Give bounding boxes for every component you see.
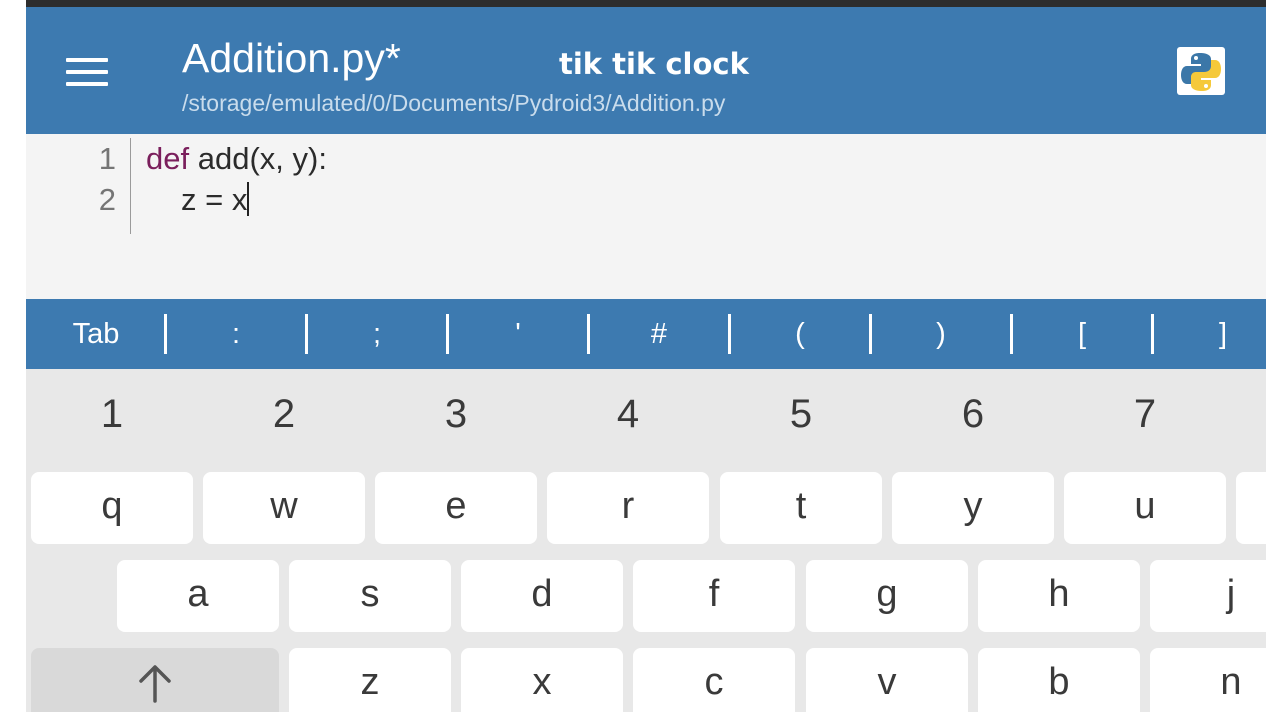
key-1[interactable]: 1 — [72, 369, 152, 459]
key-s[interactable]: s — [289, 560, 451, 632]
code-line[interactable]: z = x — [181, 182, 250, 218]
key-f[interactable]: f — [633, 560, 795, 632]
watermark-text: tik tik clock — [559, 47, 749, 81]
key-n[interactable]: n — [1150, 648, 1266, 712]
key-b[interactable]: b — [978, 648, 1140, 712]
symbol-key-rparen[interactable]: ) — [872, 299, 1010, 369]
key-c[interactable]: c — [633, 648, 795, 712]
key-w[interactable]: w — [203, 472, 365, 544]
symbol-key-lbracket[interactable]: [ — [1013, 299, 1151, 369]
symbol-key-rbracket[interactable]: ] — [1154, 299, 1266, 369]
key-v[interactable]: v — [806, 648, 968, 712]
soft-keyboard: 1 2 3 4 5 6 7 q w e r t y u a s d f g h … — [26, 369, 1266, 712]
key-e[interactable]: e — [375, 472, 537, 544]
key-y[interactable]: y — [892, 472, 1054, 544]
screenshot-frame: Addition.py* /storage/emulated/0/Documen… — [0, 0, 1280, 720]
device-top-edge — [26, 0, 1266, 7]
key-x[interactable]: x — [461, 648, 623, 712]
key-d[interactable]: d — [461, 560, 623, 632]
symbol-key-quote[interactable]: ' — [449, 299, 587, 369]
key-5[interactable]: 5 — [761, 369, 841, 459]
key-partial[interactable] — [1236, 472, 1266, 544]
line-number: 1 — [98, 141, 116, 176]
symbol-key-hash[interactable]: # — [590, 299, 728, 369]
key-z[interactable]: z — [289, 648, 451, 712]
key-3[interactable]: 3 — [416, 369, 496, 459]
key-7[interactable]: 7 — [1105, 369, 1185, 459]
key-a[interactable]: a — [117, 560, 279, 632]
python-logo-icon[interactable] — [1177, 47, 1225, 95]
key-2[interactable]: 2 — [244, 369, 324, 459]
code-keyword: def — [146, 141, 190, 176]
shift-key[interactable] — [31, 648, 279, 712]
symbol-key-tab[interactable]: Tab — [26, 299, 166, 369]
key-q[interactable]: q — [31, 472, 193, 544]
app-bar: Addition.py* /storage/emulated/0/Documen… — [26, 7, 1266, 134]
shift-arrow-icon — [139, 665, 171, 703]
code-text: z = x — [181, 182, 248, 217]
code-editor[interactable]: 1 def add(x, y): 2 z = x — [26, 134, 1266, 299]
pydroid-screen: Addition.py* /storage/emulated/0/Documen… — [26, 7, 1266, 712]
symbol-key-colon[interactable]: : — [167, 299, 305, 369]
key-h[interactable]: h — [978, 560, 1140, 632]
symbol-key-lparen[interactable]: ( — [731, 299, 869, 369]
key-4[interactable]: 4 — [588, 369, 668, 459]
code-line[interactable]: def add(x, y): — [146, 141, 327, 177]
symbol-key-semicolon[interactable]: ; — [308, 299, 446, 369]
code-text: add(x, y): — [189, 141, 327, 176]
file-path: /storage/emulated/0/Documents/Pydroid3/A… — [182, 90, 726, 116]
key-j[interactable]: j — [1150, 560, 1266, 632]
file-title: Addition.py* — [182, 35, 401, 81]
hamburger-menu-icon[interactable] — [66, 58, 108, 86]
symbol-bar: Tab : ; ' # ( ) [ ] — [26, 299, 1266, 369]
text-cursor — [247, 182, 250, 216]
line-number: 2 — [98, 182, 116, 217]
key-r[interactable]: r — [547, 472, 709, 544]
key-u[interactable]: u — [1064, 472, 1226, 544]
key-6[interactable]: 6 — [933, 369, 1013, 459]
key-g[interactable]: g — [806, 560, 968, 632]
key-t[interactable]: t — [720, 472, 882, 544]
gutter-divider — [130, 138, 131, 234]
